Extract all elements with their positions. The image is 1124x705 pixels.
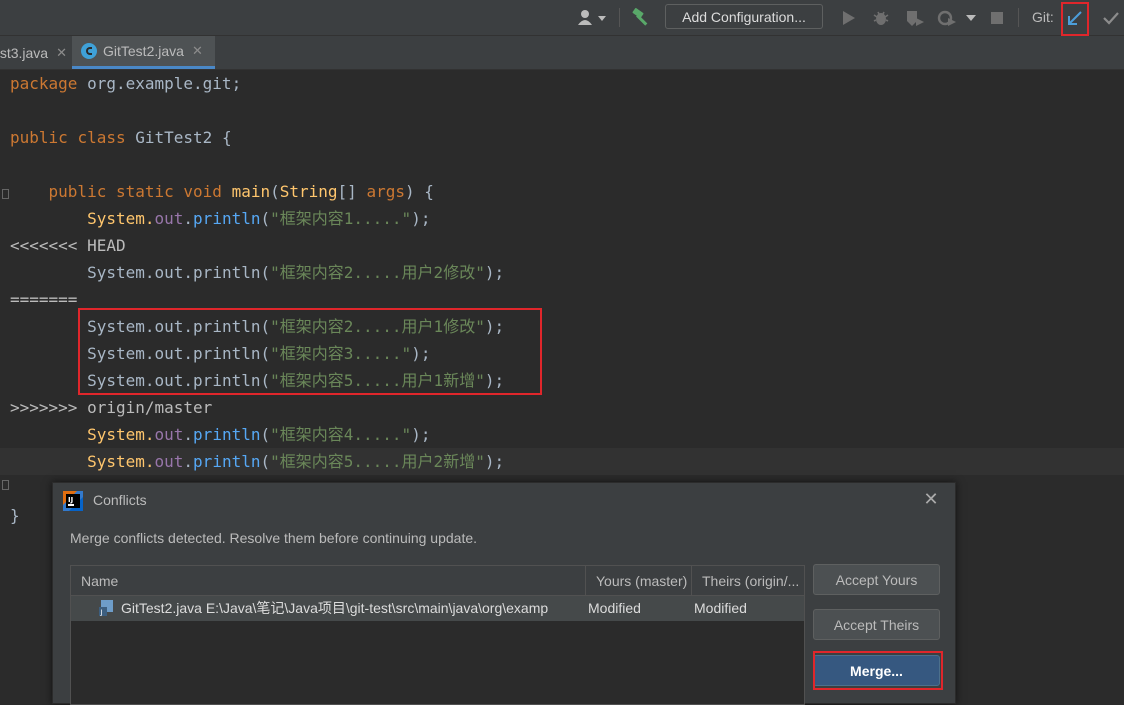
column-header-theirs[interactable]: Theirs (origin/... [692, 566, 804, 596]
accept-yours-button[interactable]: Accept Yours [813, 564, 940, 595]
fold-marker-icon[interactable] [2, 480, 9, 490]
git-label: Git: [1032, 9, 1054, 25]
build-hammer-icon[interactable] [628, 0, 656, 35]
dialog-title: Conflicts [93, 492, 147, 508]
code-line-1: package org.example.git; [10, 74, 242, 93]
stop-icon[interactable] [986, 0, 1008, 35]
code-line-5: public static void main(String[] args) { [48, 182, 434, 201]
code-line-6: System.out.println("框架内容1....."); [87, 209, 431, 228]
java-file-icon: J [98, 596, 118, 621]
dialog-message: Merge conflicts detected. Resolve them b… [70, 530, 478, 546]
toolbar-separator [619, 8, 620, 27]
svg-text:J: J [100, 609, 103, 617]
row-yours-cell: Modified [588, 600, 641, 616]
coverage-icon[interactable] [903, 0, 927, 35]
code-line-8: System.out.println("框架内容2.....用户2修改"); [87, 263, 505, 282]
code-line-15: System.out.println("框架内容5.....用户2新增"); [87, 452, 505, 471]
debug-icon[interactable] [870, 0, 892, 35]
java-class-icon [81, 43, 97, 59]
main-toolbar: Add Configuration... Git: [0, 0, 1124, 36]
conflict-marker-separator: ======= [10, 290, 78, 309]
tab-gittest2[interactable]: GitTest2.java ✕ [72, 36, 215, 69]
tab-gittest3[interactable]: st3.java ✕ [0, 36, 71, 69]
conflict-marker-head: <<<<<<< HEAD [10, 236, 126, 255]
column-header-name[interactable]: Name [71, 566, 586, 596]
svg-text:IJ: IJ [68, 496, 73, 504]
code-line-3: public class GitTest2 { [10, 128, 232, 147]
column-header-yours[interactable]: Yours (master) [586, 566, 692, 596]
run-icon[interactable] [838, 0, 860, 35]
editor-tab-bar: st3.java ✕ GitTest2.java ✕ [0, 36, 1124, 70]
fold-marker-icon[interactable] [2, 189, 9, 199]
close-icon[interactable]: ✕ [56, 45, 67, 61]
run-options-chevron-down-icon[interactable] [963, 0, 979, 35]
conflicts-dialog: IJ Conflicts ✕ Merge conflicts detected.… [52, 482, 956, 705]
user-icon[interactable] [574, 0, 610, 35]
accept-theirs-button[interactable]: Accept Theirs [813, 609, 940, 640]
table-row[interactable]: J GitTest2.java E:\Java\笔记\Java项目\git-te… [71, 596, 804, 621]
profile-icon[interactable] [935, 0, 959, 35]
close-icon[interactable]: ✕ [192, 43, 203, 59]
row-file-cell: GitTest2.java E:\Java\笔记\Java项目\git-test… [121, 600, 549, 616]
intellij-logo-icon: IJ [63, 491, 83, 511]
git-commit-icon[interactable] [1100, 0, 1122, 35]
merge-highlight-box [813, 651, 943, 690]
conflicts-table[interactable]: Name Yours (master) Theirs (origin/... J… [70, 565, 805, 705]
conflict-highlight-box [78, 308, 542, 395]
code-line-close-brace: } [10, 506, 20, 525]
conflict-marker-tail: >>>>>>> origin/master [10, 398, 213, 417]
toolbar-separator [1018, 8, 1019, 27]
tab-label: GitTest2.java [103, 43, 184, 59]
add-configuration-button[interactable]: Add Configuration... [665, 4, 823, 29]
update-highlight-box [1061, 2, 1089, 36]
tab-label: st3.java [0, 44, 49, 61]
row-theirs-cell: Modified [694, 600, 747, 616]
code-line-14: System.out.println("框架内容4....."); [87, 425, 431, 444]
close-icon[interactable]: ✕ [921, 487, 941, 511]
